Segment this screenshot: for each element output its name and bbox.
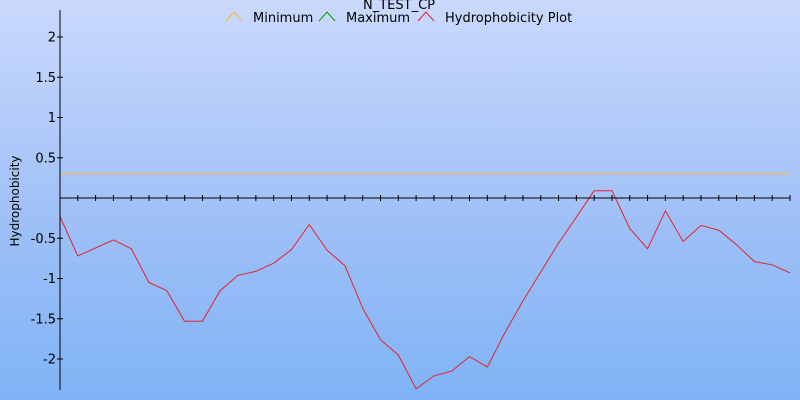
axes-layer: 2 1.5 1 0.5 -0.5 -1 -1.5 -2 — [31, 10, 791, 390]
legend-label: Maximum — [346, 11, 410, 26]
legend-label: Minimum — [253, 11, 313, 26]
legend-swatch — [225, 11, 243, 22]
y-tick-label: -1.5 — [31, 312, 56, 327]
y-tick-label: 1 — [48, 111, 56, 126]
legend-item-maximum: Maximum — [318, 11, 410, 26]
y-tick-label: 1.5 — [35, 71, 56, 86]
y-tick-label: -2 — [43, 353, 56, 368]
legend-swatch — [417, 11, 435, 22]
hydrophobicity-chart-svg: N_TEST_CP Minimum Maximum Hydrophobicity P… — [8, 0, 791, 390]
y-tick-label: -0.5 — [31, 232, 56, 247]
legend-swatch — [318, 11, 336, 22]
y-tick-label: -1 — [43, 272, 56, 287]
legend-item-minimum: Minimum — [225, 11, 313, 26]
legend-item-hydrophobicity-plot: Hydrophobicity Plot — [417, 11, 572, 26]
y-tick-label: 2 — [48, 31, 56, 46]
y-tick-label: 0.5 — [35, 151, 56, 166]
y-axis-label: Hydrophobicity — [8, 155, 22, 246]
series-line-hydrophobicity-plot — [59, 190, 791, 390]
chart: N_TEST_CP Minimum Maximum Hydrophobicity P… — [0, 0, 800, 400]
legend: Minimum Maximum Hydrophobicity Plot — [225, 11, 572, 26]
legend-label: Hydrophobicity Plot — [445, 11, 572, 26]
series-layer — [59, 173, 791, 390]
